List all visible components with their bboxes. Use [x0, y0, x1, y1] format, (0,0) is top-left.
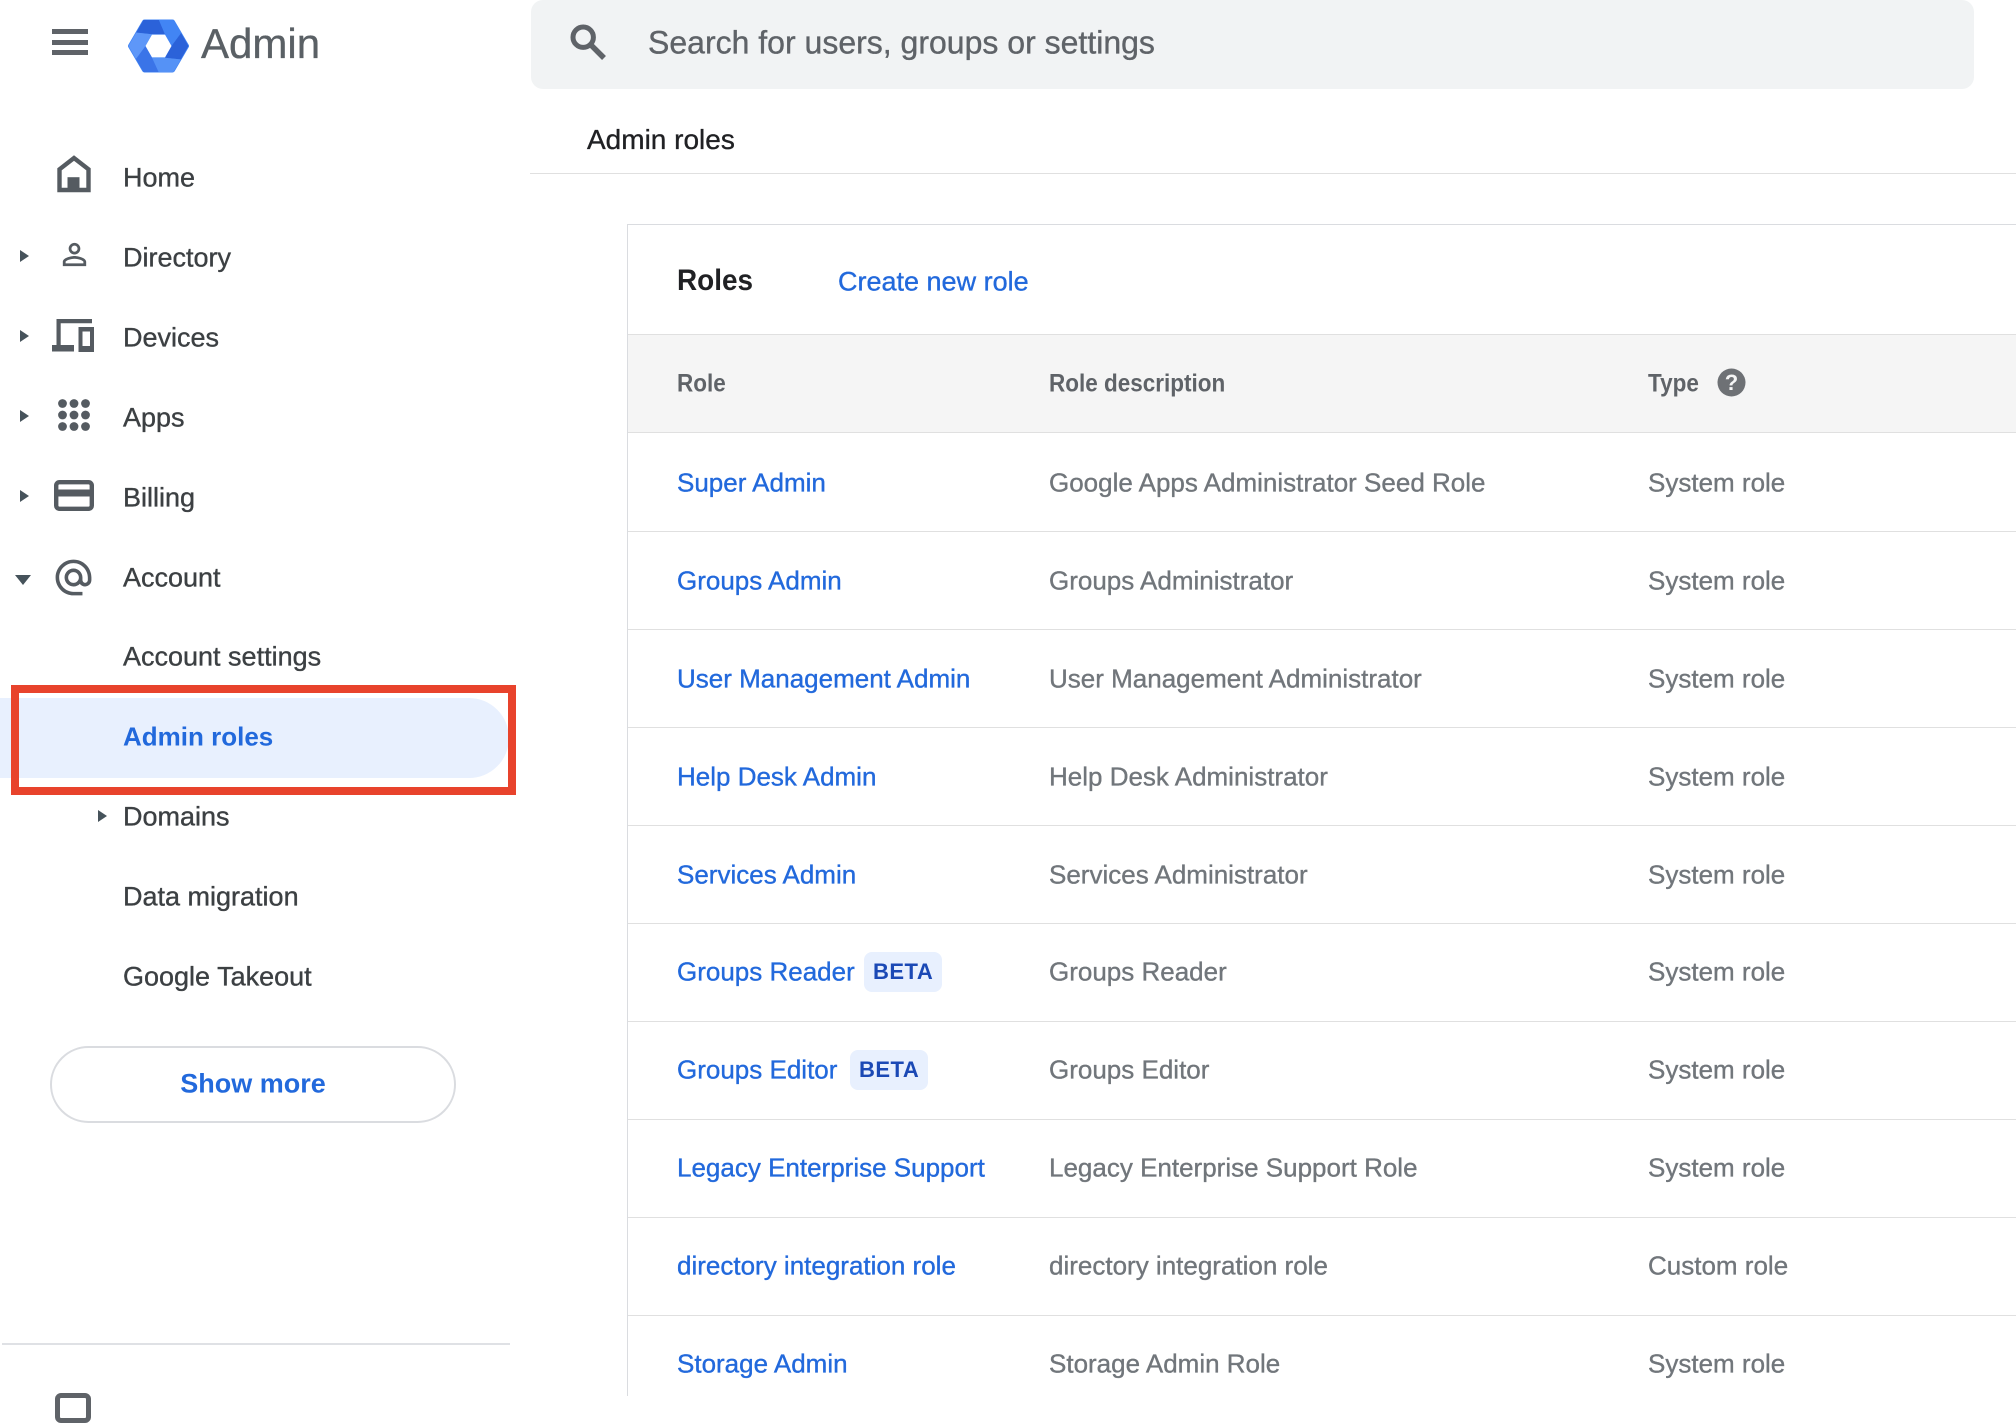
svg-text:?: ? [1725, 370, 1738, 395]
